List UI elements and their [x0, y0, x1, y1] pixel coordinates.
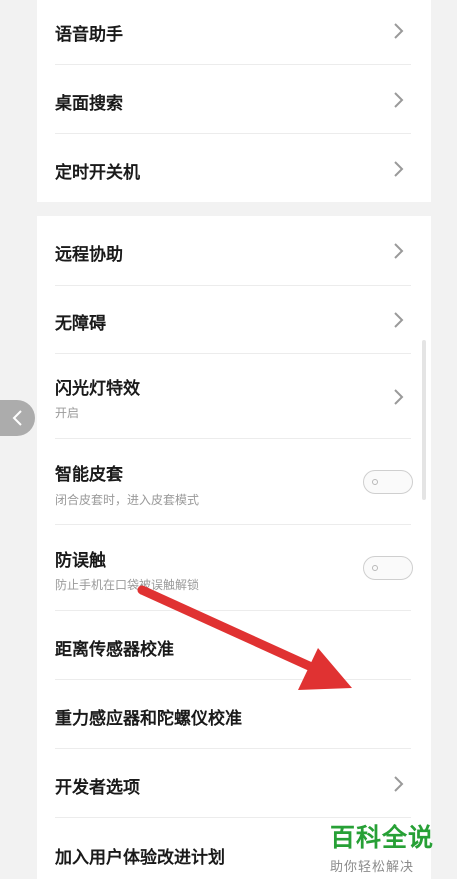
back-button[interactable]: [0, 400, 35, 436]
chevron-right-icon: [394, 161, 404, 177]
watermark-tagline: 助你轻松解决: [330, 860, 415, 875]
anti-mistouch-toggle[interactable]: [363, 556, 413, 580]
chevron-right-icon: [394, 23, 404, 39]
setting-row-remote-assist[interactable]: 远程协助: [37, 216, 431, 286]
setting-title: 闪光灯特效: [55, 379, 140, 399]
setting-row-desktop-search[interactable]: 桌面搜索: [37, 65, 431, 134]
chevron-left-icon: [12, 410, 22, 426]
setting-title: 加入用户体验改进计划: [55, 848, 225, 868]
scrollbar[interactable]: [422, 340, 426, 500]
setting-title: 语音助手: [55, 25, 123, 45]
chevron-right-icon: [394, 776, 404, 792]
setting-row-proximity-calibration[interactable]: 距离传感器校准: [37, 611, 431, 680]
setting-row-smart-cover[interactable]: 智能皮套 闭合皮套时，进入皮套模式: [37, 439, 431, 525]
setting-row-anti-mistouch[interactable]: 防误触 防止手机在口袋被误触解锁: [37, 525, 431, 611]
setting-title: 定时开关机: [55, 163, 140, 183]
setting-row-scheduled-power[interactable]: 定时开关机: [37, 134, 431, 202]
chevron-right-icon: [394, 92, 404, 108]
setting-title: 开发者选项: [55, 778, 140, 798]
setting-row-voice-assistant[interactable]: 语音助手: [37, 0, 431, 65]
settings-card-1: 语音助手 桌面搜索 定时开关机: [37, 0, 431, 202]
setting-subtitle: 开启: [55, 406, 80, 420]
setting-title: 桌面搜索: [55, 94, 123, 114]
chevron-right-icon: [394, 243, 404, 259]
setting-subtitle: 防止手机在口袋被误触解锁: [55, 578, 200, 592]
chevron-right-icon: [394, 389, 404, 405]
watermark: 百科全说 助你轻松解决: [330, 818, 450, 875]
setting-subtitle: 闭合皮套时，进入皮套模式: [55, 493, 200, 507]
setting-title: 无障碍: [55, 314, 106, 334]
settings-card-2: 远程协助 无障碍 闪光灯特效 开启 智能皮套 闭合皮套时，进入皮套模式 防误触 …: [37, 216, 431, 879]
watermark-logo-text: 百科全说: [330, 823, 435, 852]
setting-row-gravity-gyro-calibration[interactable]: 重力感应器和陀螺仪校准: [37, 680, 431, 749]
chevron-right-icon: [394, 312, 404, 328]
setting-row-accessibility[interactable]: 无障碍: [37, 286, 431, 354]
setting-row-flash-effect[interactable]: 闪光灯特效 开启: [37, 354, 431, 439]
setting-title: 重力感应器和陀螺仪校准: [55, 709, 242, 729]
setting-title: 防误触: [55, 551, 106, 571]
smart-cover-toggle[interactable]: [363, 470, 413, 494]
setting-title: 智能皮套: [55, 465, 123, 485]
setting-title: 距离传感器校准: [55, 640, 174, 660]
setting-title: 远程协助: [55, 245, 123, 265]
setting-row-developer-options[interactable]: 开发者选项: [37, 749, 431, 818]
